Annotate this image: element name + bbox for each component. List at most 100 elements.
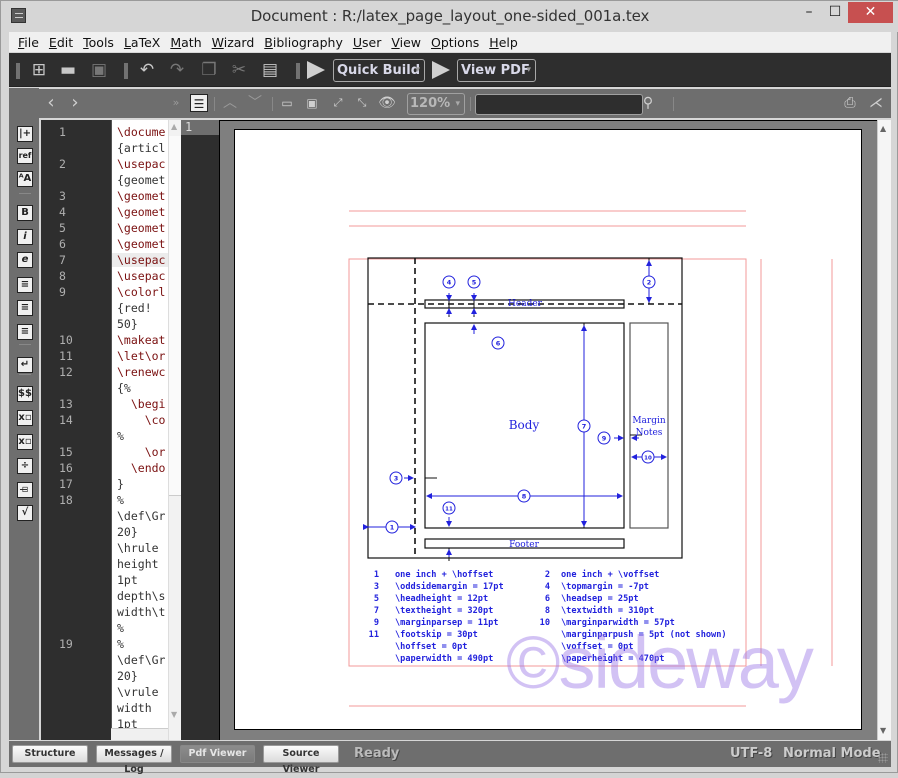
menu-bibliography[interactable]: Bibliography (264, 35, 343, 50)
zoom-level-combo[interactable]: 120% ▾ (407, 93, 465, 115)
scroll-up-icon[interactable]: ▲ (880, 124, 886, 133)
code-line[interactable]: depth\s (117, 589, 165, 603)
code-line[interactable]: \usepac (117, 157, 165, 171)
tab-structure[interactable]: Structure (12, 745, 88, 763)
menu-user[interactable]: User (353, 35, 382, 50)
code-line[interactable]: {% (117, 381, 131, 395)
code-line[interactable]: \colorl (117, 285, 165, 299)
mode-indicator[interactable]: Normal Mode (783, 746, 881, 761)
code-line[interactable]: height (117, 557, 159, 571)
fit-width-icon[interactable]: ▭ (278, 94, 296, 112)
division-icon[interactable]: ÷ (17, 458, 33, 474)
scroll-down-icon[interactable]: ▼ (880, 726, 886, 735)
subscript-icon[interactable]: x▫ (17, 410, 33, 426)
scroll-up-icon[interactable]: ▲ (171, 122, 177, 131)
code-line[interactable]: % (117, 429, 124, 443)
open-folder-icon[interactable]: ▬ (58, 60, 78, 80)
code-line[interactable]: {articl (117, 141, 165, 155)
include-icon[interactable]: |+ (17, 126, 33, 142)
code-line[interactable]: } (117, 477, 124, 491)
toolbar-grip[interactable] (124, 63, 128, 79)
bold-icon[interactable]: B (17, 205, 33, 221)
menu-view[interactable]: View (391, 35, 421, 50)
next-page-icon[interactable]: ﹀ (246, 94, 264, 112)
code-line[interactable]: \co (117, 413, 166, 427)
superscript-icon[interactable]: x▫ (17, 434, 33, 450)
pdf-page-number[interactable]: 1 (185, 120, 192, 134)
menu-wizard[interactable]: Wizard (212, 35, 255, 50)
close-viewer-icon[interactable]: ⋌ (867, 94, 885, 112)
close-button[interactable]: ✕ (848, 2, 893, 23)
cut-icon[interactable]: ✂ (229, 60, 249, 80)
paste-icon[interactable]: ▤ (260, 60, 280, 80)
pdf-vertical-scrollbar[interactable]: ▲ ▼ (877, 120, 891, 740)
maximize-button[interactable]: ☐ (822, 2, 848, 23)
code-line[interactable]: \geomet (117, 189, 165, 203)
ref-icon[interactable]: ref (17, 148, 33, 164)
print-icon[interactable]: ⎙ (841, 94, 859, 112)
run-view-icon[interactable] (432, 61, 450, 79)
back-icon[interactable]: ‹ (42, 94, 60, 112)
toolbar-grip[interactable] (16, 63, 20, 79)
save-icon[interactable]: ▣ (89, 60, 109, 80)
code-line[interactable]: width (117, 701, 152, 715)
more-icon[interactable]: » (167, 94, 185, 112)
run-build-icon[interactable] (307, 61, 325, 79)
emphasis-icon[interactable]: e (17, 252, 33, 268)
view-pdf-combo[interactable]: View PDF ▾ (457, 59, 536, 82)
code-line[interactable]: \docume (117, 125, 165, 139)
code-line[interactable]: 1pt (117, 573, 138, 587)
code-line[interactable]: \let\or (117, 349, 165, 363)
code-line[interactable]: \begi (117, 397, 166, 411)
code-line[interactable]: \renewc (117, 365, 165, 379)
fit-page-icon[interactable]: ▣ (303, 94, 321, 112)
prev-page-icon[interactable]: ︿ (221, 94, 239, 112)
new-file-icon[interactable]: ⊞ (29, 60, 49, 80)
zoom-in-icon[interactable]: ⤢ (329, 94, 347, 112)
toolbar-grip[interactable] (296, 63, 300, 79)
font-size-icon[interactable]: ᴬA (17, 171, 33, 187)
redo-icon[interactable]: ↷ (167, 60, 187, 80)
code-line[interactable]: width\t (117, 605, 165, 619)
menu-math[interactable]: Math (170, 35, 201, 50)
code-editor[interactable]: \docume {articl \usepac {geomet \geomet \geom… (111, 120, 168, 740)
scroll-down-icon[interactable]: ▼ (171, 710, 177, 719)
code-line[interactable]: \usepac (117, 269, 165, 283)
align-center-icon[interactable]: ≡ (17, 300, 33, 316)
code-line[interactable]: 50} (117, 317, 138, 331)
code-line[interactable]: \makeat (117, 333, 165, 347)
forward-icon[interactable]: › (66, 94, 84, 112)
code-line[interactable]: \endo (117, 461, 166, 475)
code-line[interactable]: \geomet (117, 237, 165, 251)
editor-vertical-scrollbar[interactable]: ▲ ▼ (168, 120, 181, 740)
menu-options[interactable]: Options (431, 35, 479, 50)
search-icon[interactable]: ⚲ (639, 94, 657, 112)
align-left-icon[interactable]: ≡ (17, 277, 33, 293)
editor-scroll-thumb[interactable] (169, 136, 181, 496)
view-options-icon[interactable]: 👁 (378, 94, 396, 112)
fraction-icon[interactable]: ▫̶ (17, 482, 33, 498)
menu-latex[interactable]: LaTeX (124, 35, 160, 50)
sqrt-icon[interactable]: √ (17, 505, 33, 521)
toc-icon[interactable]: ☰ (190, 94, 208, 112)
code-line[interactable]: 20} (117, 669, 138, 683)
encoding-indicator[interactable]: UTF-8 (730, 746, 772, 761)
menu-help[interactable]: Help (489, 35, 518, 50)
code-line[interactable]: \vrule (117, 685, 159, 699)
undo-icon[interactable]: ↶ (137, 60, 157, 80)
align-right-icon[interactable]: ≡ (17, 324, 33, 340)
resize-grip[interactable] (878, 753, 888, 763)
code-line[interactable]: \hrule (117, 541, 159, 555)
menu-tools[interactable]: Tools (83, 35, 114, 50)
zoom-out-icon[interactable]: ⤡ (353, 94, 371, 112)
code-line[interactable]: \geomet (117, 205, 165, 219)
code-line[interactable]: \usepac (112, 253, 168, 267)
code-line[interactable]: \def\Gr (117, 509, 165, 523)
menu-edit[interactable]: Edit (49, 35, 73, 50)
editor-horizontal-scrollbar[interactable] (111, 728, 168, 740)
menu-file[interactable]: File (18, 35, 39, 50)
minimize-button[interactable]: – (796, 2, 822, 23)
quick-build-combo[interactable]: Quick Build ▾ (333, 59, 425, 82)
code-line[interactable]: \or (117, 445, 166, 459)
pdf-search-input[interactable] (475, 94, 643, 115)
